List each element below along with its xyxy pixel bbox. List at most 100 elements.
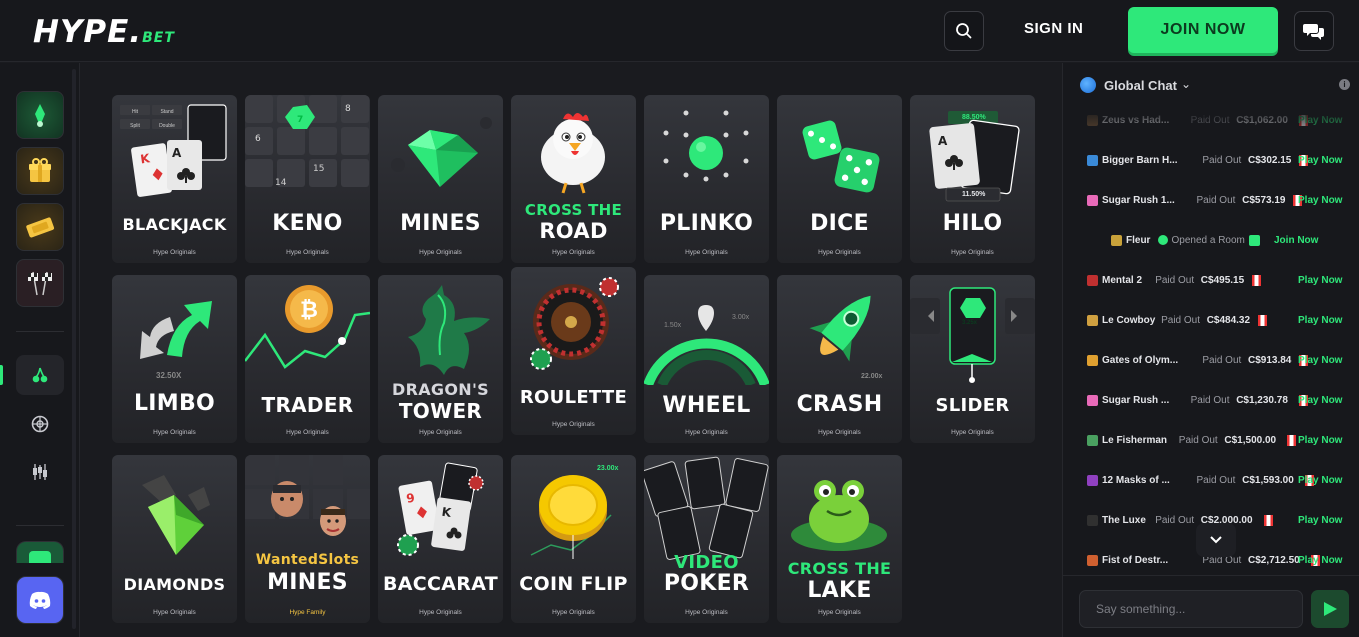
chat-game-name: Le Fisherman (1102, 435, 1168, 446)
sidebar-race-tile[interactable] (16, 259, 64, 307)
game-card-coin-flip[interactable]: 23.00x COIN FLIP Hype Originals (511, 455, 636, 623)
chat-cta-link[interactable]: Play Now (1298, 315, 1342, 326)
crash-art (777, 275, 902, 385)
chat-cta-link[interactable]: Play Now (1298, 435, 1342, 446)
game-card-slider[interactable]: 3.25x SLIDER Hype Originals (910, 275, 1035, 443)
game-card-cross-the-lake[interactable]: CROSS THE LAKE Hype Originals (777, 455, 902, 623)
game-provider: Hype Originals (419, 249, 462, 256)
frog-icon (791, 480, 887, 551)
svg-text:1.50x: 1.50x (664, 322, 682, 329)
logo[interactable]: HYPE.BET (33, 14, 175, 50)
dice-icon (802, 120, 880, 193)
sidebar-ticket-tile[interactable] (16, 203, 64, 251)
gift-icon (29, 158, 51, 182)
chat-game-name: Gates of Olym... (1102, 355, 1179, 366)
baccarat-art: 9 K (378, 455, 503, 565)
game-title: TRADER (261, 393, 354, 417)
info-icon[interactable]: i (1339, 79, 1350, 90)
chat-cta-link[interactable]: Play Now (1298, 475, 1342, 486)
game-card-dice[interactable]: DICE Hype Originals (777, 95, 902, 263)
sidebar-gift-tile[interactable] (16, 147, 64, 195)
chat-cta-link[interactable]: Play Now (1298, 155, 1342, 166)
chat-game-name: Le Cowboy (1102, 315, 1156, 326)
chat-cta-link[interactable]: Play Now (1298, 275, 1342, 286)
chat-cta-link[interactable]: Play Now (1298, 195, 1342, 206)
chat-room-selector[interactable]: Global Chat (1104, 78, 1177, 93)
sidebar-spinner-tile[interactable] (16, 91, 64, 139)
game-card-cross-the-road[interactable]: CROSS THE ROAD Hype Originals (511, 95, 636, 263)
game-card-dragons-tower[interactable]: DRAGON'S TOWER Hype Originals (378, 275, 503, 443)
chat-cta-link[interactable]: Play Now (1298, 355, 1342, 366)
game-card-wantedslots-mines[interactable]: WantedSlots MINES Hype Family (245, 455, 370, 623)
chat-game-name: Fist of Destr... (1102, 555, 1169, 566)
ticket-icon (26, 217, 55, 238)
chat-game-name: Sugar Rush 1... (1102, 195, 1175, 206)
game-provider: Hype Originals (153, 609, 196, 616)
dice-art (777, 95, 902, 205)
chat-cta-link[interactable]: Play Now (1298, 555, 1342, 566)
game-card-wheel[interactable]: 1.50x 3.00x WHEEL Hype Originals (644, 275, 769, 443)
chat-cta-link[interactable]: Play Now (1298, 515, 1342, 526)
chat-feed-row: Gates of Olym... Paid Out C$913.84 Play Now (1063, 351, 1359, 371)
game-card-blackjack[interactable]: Hit Stand Split Double K A BLACKJACK Hyp… (112, 95, 237, 263)
send-button[interactable] (1311, 590, 1349, 628)
sidebar-item-casino[interactable] (16, 355, 64, 395)
game-card-plinko[interactable]: PLINKO Hype Originals (644, 95, 769, 263)
crystal-icon (142, 475, 210, 555)
sidebar-partial-tile[interactable] (16, 541, 64, 563)
roulette-wheel-icon (31, 415, 49, 433)
chat-amount: C$1,230.78 (1236, 395, 1288, 406)
keno-art: 8 6 14 15 7 (245, 95, 370, 205)
game-title: DICE (810, 211, 869, 236)
game-card-limbo[interactable]: 32.50X LIMBO Hype Originals (112, 275, 237, 443)
sidebar-item-trading[interactable] (28, 460, 52, 484)
playing-cards-icon: Hit Stand Split Double K A (120, 104, 227, 197)
limbo-multiplier: 32.50X (156, 371, 182, 380)
game-title-top: CROSS THE (787, 559, 892, 578)
game-card-mines[interactable]: MINES Hype Originals (378, 95, 503, 263)
game-thumbnail-icon (1087, 435, 1098, 446)
chat-toggle-button[interactable] (1294, 11, 1334, 51)
chat-cta-link[interactable]: Join Now (1274, 235, 1318, 246)
game-thumbnail-icon (1087, 155, 1098, 166)
scroll-down-button[interactable] (1196, 523, 1236, 557)
game-provider: Hype Originals (552, 249, 595, 256)
game-provider: Hype Originals (419, 609, 462, 616)
chat-feed-row: Bigger Barn H... Paid Out C$302.15 Play Now (1063, 151, 1359, 171)
game-card-diamonds[interactable]: DIAMONDS Hype Originals (112, 455, 237, 623)
chat-action: Paid Out (1202, 155, 1242, 166)
join-now-button[interactable]: JOIN NOW (1128, 7, 1278, 53)
sign-in-button[interactable]: SIGN IN (1024, 20, 1083, 37)
chat-feed-row: Le Fisherman Paid Out C$1,500.00 Play Now (1063, 431, 1359, 451)
svg-text:₿: ₿ (300, 298, 318, 323)
chat-action: Paid Out (1155, 515, 1195, 526)
game-card-baccarat[interactable]: 9 K BACCARAT Hype Originals (378, 455, 503, 623)
sidebar-item-live-casino[interactable] (28, 412, 52, 436)
game-card-video-poker[interactable]: VIDEO POKER Hype Originals (644, 455, 769, 623)
sidebar-scrollbar[interactable] (72, 69, 76, 629)
rocket-icon (809, 295, 871, 362)
search-button[interactable] (944, 11, 984, 51)
svg-text:15: 15 (313, 164, 324, 174)
game-title: SLIDER (935, 395, 1010, 416)
chat-bubbles-icon (1303, 24, 1324, 40)
verified-icon (1157, 235, 1168, 245)
game-title: COIN FLIP (519, 573, 628, 595)
game-card-keno[interactable]: 8 6 14 15 7 KENO Hype Originals (245, 95, 370, 263)
chat-message-input[interactable] (1079, 590, 1303, 628)
game-card-roulette[interactable]: ROULETTE Hype Originals (511, 267, 636, 435)
svg-text:Split: Split (130, 123, 140, 129)
chat-action: Paid Out (1196, 475, 1236, 486)
chat-feed-row: Sugar Rush 1... Paid Out C$573.19 Play Now (1063, 191, 1359, 211)
chat-feed: Zeus vs Had...Paid OutC$1,062.00Play Now… (1063, 107, 1359, 575)
left-sidebar (0, 63, 80, 637)
chat-cta-link[interactable]: Play Now (1298, 395, 1342, 406)
discord-button[interactable] (16, 576, 64, 624)
game-card-crash[interactable]: 22.00x CRASH Hype Originals (777, 275, 902, 443)
game-card-hilo[interactable]: A 88.50% 11.50% HILO Hype Originals (910, 95, 1035, 263)
chat-game-name: The Luxe (1102, 515, 1146, 526)
chevron-down-icon[interactable]: ⌄ (1181, 77, 1191, 91)
send-icon (1324, 602, 1337, 616)
game-card-trader[interactable]: ₿ TRADER Hype Originals (245, 275, 370, 443)
feed-fade (1063, 107, 1359, 125)
